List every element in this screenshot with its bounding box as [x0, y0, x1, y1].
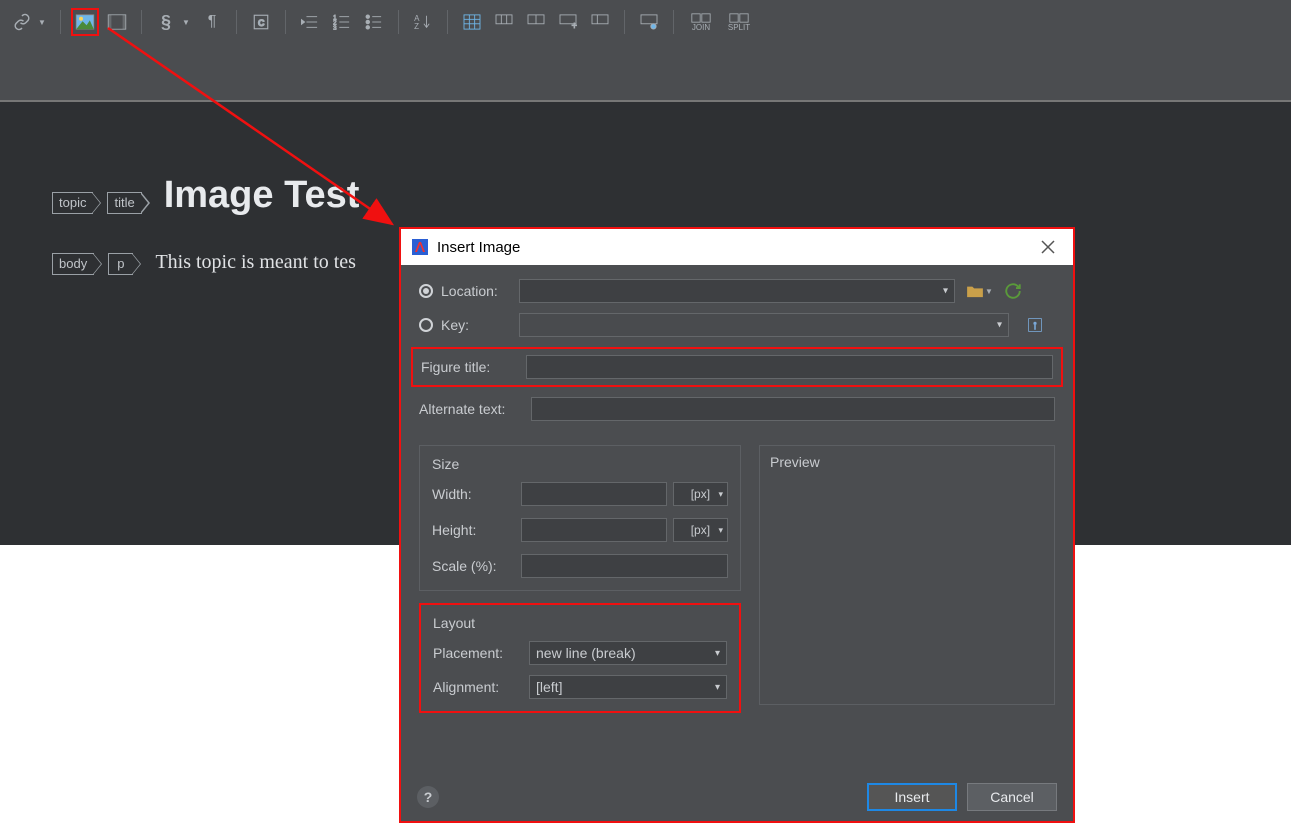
section-icon[interactable]: § [152, 8, 180, 36]
title-row: topic title Image Test [52, 174, 1291, 217]
main-toolbar: ▼ § ▼ ¶ C 123 AZ + JOIN SPLIT [0, 0, 1291, 44]
toolbar-separator [673, 10, 674, 34]
height-unit-combo[interactable]: [px]▾ [673, 518, 728, 542]
join-icon[interactable]: JOIN [684, 8, 718, 36]
location-combo[interactable]: ▾ [519, 279, 955, 303]
app-icon [411, 238, 429, 256]
split-icon[interactable]: SPLIT [722, 8, 756, 36]
paragraph-mark-icon[interactable]: ¶ [198, 8, 226, 36]
table-op2-icon[interactable] [522, 8, 550, 36]
refresh-icon[interactable] [1001, 279, 1025, 303]
insert-image-icon[interactable] [71, 8, 99, 36]
tag-title[interactable]: title [107, 192, 141, 214]
key-browse-icon[interactable] [1023, 313, 1047, 337]
body-paragraph[interactable]: This topic is meant to tes [155, 251, 356, 274]
table-op3-icon[interactable]: + [554, 8, 582, 36]
width-input[interactable] [521, 482, 667, 506]
svg-text:3: 3 [333, 25, 337, 30]
indent-icon[interactable] [296, 8, 324, 36]
toolbar-separator [447, 10, 448, 34]
key-label: Key: [441, 317, 519, 333]
help-icon[interactable]: ? [417, 786, 439, 808]
link-icon[interactable] [8, 8, 36, 36]
location-label: Location: [441, 283, 519, 299]
placement-combo[interactable]: new line (break)▾ [529, 641, 727, 665]
section-dropdown-arrow[interactable]: ▼ [182, 18, 192, 27]
layout-legend: Layout [433, 615, 727, 631]
tag-p[interactable]: p [108, 253, 133, 275]
insert-button[interactable]: Insert [867, 783, 957, 811]
scale-input[interactable] [521, 554, 728, 578]
width-label: Width: [432, 486, 521, 502]
toolbar-separator [398, 10, 399, 34]
toolbar-separator [236, 10, 237, 34]
toolbar-separator [285, 10, 286, 34]
toolbar-separator [60, 10, 61, 34]
size-fieldset: Size Width: [px]▾ Height: [px]▾ Scale (%… [419, 445, 741, 591]
dialog-title: Insert Image [437, 239, 520, 256]
placement-label: Placement: [433, 645, 529, 661]
alt-text-input[interactable] [531, 397, 1055, 421]
code-block-icon[interactable]: C [247, 8, 275, 36]
location-radio[interactable] [419, 284, 433, 298]
ribbon-gap [0, 44, 1291, 100]
alignment-combo[interactable]: [left]▾ [529, 675, 727, 699]
figure-title-section: Figure title: [411, 347, 1063, 387]
alt-text-row: Alternate text: [419, 397, 1055, 421]
figure-title-label: Figure title: [421, 359, 526, 375]
insert-image-dialog: Insert Image Location: ▾ ▼ Key: ▾ [399, 227, 1075, 823]
figure-title-input[interactable] [526, 355, 1053, 379]
key-row: Key: ▾ [419, 313, 1055, 337]
link-dropdown-arrow[interactable]: ▼ [38, 18, 48, 27]
svg-text:+: + [572, 21, 577, 30]
dialog-titlebar[interactable]: Insert Image [401, 229, 1073, 265]
numbered-list-icon[interactable]: 123 [328, 8, 356, 36]
table-icon[interactable] [458, 8, 486, 36]
toolbar-separator [141, 10, 142, 34]
key-radio[interactable] [419, 318, 433, 332]
height-label: Height: [432, 522, 521, 538]
toolbar-separator [624, 10, 625, 34]
location-row: Location: ▾ ▼ [419, 279, 1055, 303]
close-icon[interactable] [1033, 232, 1063, 262]
preview-legend: Preview [770, 454, 1044, 470]
bullet-list-icon[interactable] [360, 8, 388, 36]
tag-body[interactable]: body [52, 253, 94, 275]
table-props-icon[interactable] [635, 8, 663, 36]
media-icon[interactable] [103, 8, 131, 36]
width-unit-combo[interactable]: [px]▾ [673, 482, 728, 506]
svg-text:C: C [258, 18, 265, 28]
layout-fieldset: Layout Placement: new line (break)▾ Alig… [419, 603, 741, 713]
height-input[interactable] [521, 518, 667, 542]
alignment-label: Alignment: [433, 679, 529, 695]
table-op1-icon[interactable] [490, 8, 518, 36]
preview-box: Preview [759, 445, 1055, 705]
scale-label: Scale (%): [432, 558, 521, 574]
document-title[interactable]: Image Test [164, 174, 360, 217]
table-op4-icon[interactable] [586, 8, 614, 36]
alt-text-label: Alternate text: [419, 401, 531, 417]
cancel-button[interactable]: Cancel [967, 783, 1057, 811]
dialog-footer: ? Insert Cancel [401, 773, 1073, 821]
sort-icon[interactable]: AZ [409, 8, 437, 36]
tag-topic[interactable]: topic [52, 192, 93, 214]
key-combo[interactable]: ▾ [519, 313, 1009, 337]
svg-text:Z: Z [414, 22, 419, 30]
size-legend: Size [432, 456, 728, 472]
browse-folder-icon[interactable] [963, 279, 987, 303]
